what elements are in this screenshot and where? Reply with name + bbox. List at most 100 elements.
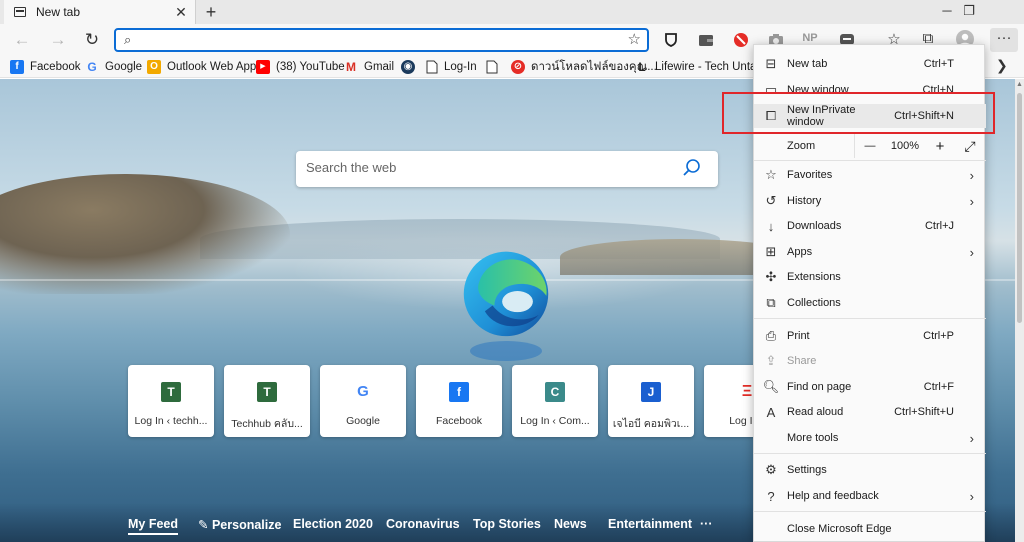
feed-tab-label: Personalize bbox=[211, 518, 282, 532]
favorite-steam[interactable]: ◉ bbox=[401, 59, 421, 75]
menu-item-close-edge[interactable]: Close Microsoft Edge bbox=[754, 517, 986, 541]
top-site-tile[interactable]: J เจไอบี คอมพิวเ... bbox=[608, 365, 694, 437]
favorite-label: (38) YouTube bbox=[276, 61, 345, 73]
menu-item-label: More tools bbox=[787, 432, 839, 444]
menu-item-label: Read aloud bbox=[787, 406, 844, 418]
tile-label: Facebook bbox=[435, 415, 483, 427]
feed-tab-entertainment[interactable]: Entertainment bbox=[608, 517, 692, 531]
menu-item-find-on-page[interactable]: 🔍︎ Find on page Ctrl+F bbox=[754, 375, 986, 399]
new-tab-button[interactable]: + bbox=[201, 1, 221, 23]
add-favorite-icon[interactable]: ☆ bbox=[628, 30, 641, 48]
edge-logo-reflection bbox=[470, 341, 542, 361]
search-icon[interactable] bbox=[682, 158, 702, 178]
feed-tab-news[interactable]: News bbox=[554, 517, 587, 531]
new-tab-page-icon bbox=[14, 7, 26, 17]
chevron-right-icon: › bbox=[969, 244, 974, 260]
settings-and-more-button[interactable]: ··· bbox=[990, 28, 1018, 52]
menu-item-collections[interactable]: ⧉ Collections bbox=[754, 291, 986, 315]
new-tab-icon: ⊟ bbox=[765, 56, 777, 71]
address-input[interactable] bbox=[144, 32, 614, 48]
facebook-icon: f bbox=[449, 382, 469, 402]
np-extension-icon[interactable]: NP bbox=[800, 32, 820, 44]
favorite-facebook[interactable]: f Facebook bbox=[10, 59, 81, 75]
menu-item-share[interactable]: ⇪ Share bbox=[754, 349, 986, 373]
menu-separator bbox=[754, 318, 986, 319]
feed-more-icon[interactable]: ··· bbox=[700, 517, 713, 531]
menu-item-favorites[interactable]: ☆ Favorites › bbox=[754, 163, 986, 187]
scrollbar-thumb[interactable] bbox=[1017, 93, 1022, 323]
feed-tab-top-stories[interactable]: Top Stories bbox=[473, 517, 541, 531]
zoom-out-button[interactable]: — bbox=[855, 140, 885, 152]
favorite-log-in[interactable]: Log-In bbox=[426, 59, 477, 75]
favorite-outlook[interactable]: O Outlook Web App bbox=[147, 59, 256, 75]
steam-icon: ◉ bbox=[401, 60, 415, 74]
menu-item-label: Collections bbox=[787, 297, 841, 309]
top-site-tile[interactable]: T Log In ‹ techh... bbox=[128, 365, 214, 437]
tile-label: Log In ‹ techh... bbox=[134, 415, 208, 427]
menu-item-settings[interactable]: ⚙ Settings bbox=[754, 458, 986, 482]
menu-item-more-tools[interactable]: More tools › bbox=[754, 426, 986, 450]
block-extension-icon[interactable] bbox=[733, 32, 749, 48]
tab-new-tab[interactable]: New tab ✕ bbox=[4, 0, 196, 24]
menu-item-apps[interactable]: ⊞ Apps › bbox=[754, 240, 986, 264]
google-icon: G bbox=[357, 383, 369, 400]
menu-item-label: History bbox=[787, 195, 822, 207]
menu-item-downloads[interactable]: ↓ Downloads Ctrl+J bbox=[754, 214, 986, 238]
address-bar[interactable]: ⌕ ☆ bbox=[114, 28, 649, 52]
favorite-lifewire[interactable]: L Lifewire - Tech Unta... bbox=[635, 59, 766, 75]
tile-label: เจไอบี คอมพิวเ... bbox=[612, 418, 690, 430]
google-icon: G bbox=[87, 60, 97, 74]
top-site-tile[interactable]: C Log In ‹ Com... bbox=[512, 365, 598, 437]
favorite-label: Outlook Web App bbox=[167, 61, 257, 73]
chevron-right-icon[interactable]: ❯ bbox=[996, 57, 1008, 74]
top-site-tile[interactable]: f Facebook bbox=[416, 365, 502, 437]
chevron-right-icon: › bbox=[969, 488, 974, 504]
jib-site-icon: J bbox=[641, 382, 661, 402]
puzzle-icon: ✣ bbox=[765, 269, 777, 284]
tab-close-icon[interactable]: ✕ bbox=[173, 4, 189, 21]
top-site-tile[interactable]: T Techhub คลับ... bbox=[224, 365, 310, 437]
fullscreen-icon[interactable]: ⤢ bbox=[955, 138, 985, 155]
lifewire-icon: L bbox=[638, 60, 646, 74]
youtube-icon: ▶ bbox=[256, 60, 270, 74]
favorite-gmail[interactable]: M Gmail bbox=[344, 59, 394, 75]
shield-extension-icon[interactable] bbox=[663, 32, 679, 48]
favorite-youtube[interactable]: ▶ (38) YouTube bbox=[256, 59, 345, 75]
feed-tab-my-feed[interactable]: My Feed bbox=[128, 517, 179, 535]
favorite-google[interactable]: G Google bbox=[85, 59, 142, 75]
pencil-icon: ✎ bbox=[198, 518, 209, 532]
read-aloud-icon: A bbox=[766, 404, 776, 420]
menu-item-help-and-feedback[interactable]: ? Help and feedback › bbox=[754, 484, 986, 508]
menu-item-extensions[interactable]: ✣ Extensions bbox=[754, 265, 986, 289]
feed-tab-personalize[interactable]: ✎ Personalize bbox=[198, 517, 281, 532]
favorite-label: Log-In bbox=[444, 61, 477, 73]
menu-item-print[interactable]: ⎙ Print Ctrl+P bbox=[754, 324, 986, 348]
tile-label: Log In ‹ Com... bbox=[520, 415, 590, 427]
web-search-box[interactable] bbox=[296, 151, 718, 187]
feed-tab-coronavirus[interactable]: Coronavirus bbox=[386, 517, 460, 531]
web-search-input[interactable] bbox=[306, 160, 666, 175]
menu-item-read-aloud[interactable]: A Read aloud Ctrl+Shift+U bbox=[754, 400, 986, 424]
menu-item-new-tab[interactable]: ⊟ New tab Ctrl+T bbox=[754, 52, 986, 76]
facebook-icon: f bbox=[10, 60, 24, 74]
forward-icon[interactable]: → bbox=[46, 28, 70, 52]
refresh-icon[interactable]: ↻ bbox=[80, 28, 104, 52]
zoom-in-button[interactable]: + bbox=[925, 138, 955, 155]
gear-icon: ⚙ bbox=[765, 462, 777, 477]
menu-item-history[interactable]: ↺ History › bbox=[754, 189, 986, 213]
menu-item-label: Close Microsoft Edge bbox=[787, 523, 892, 535]
wallet-extension-icon[interactable] bbox=[698, 32, 714, 48]
chevron-right-icon: › bbox=[969, 430, 974, 446]
menu-item-label: Find on page bbox=[787, 381, 852, 393]
print-icon: ⎙ bbox=[765, 328, 777, 343]
zoom-level: 100% bbox=[890, 140, 920, 152]
favorites-icon: ☆ bbox=[765, 167, 777, 182]
collections-icon: ⧉ bbox=[766, 295, 776, 310]
scroll-up-icon[interactable]: ▲ bbox=[1016, 81, 1023, 88]
page-scrollbar[interactable]: ▲ bbox=[1015, 79, 1024, 542]
top-site-tile[interactable]: G Google bbox=[320, 365, 406, 437]
restore-button[interactable]: ❐ bbox=[946, 0, 992, 24]
feed-tab-election[interactable]: Election 2020 bbox=[293, 517, 373, 531]
favorite-page[interactable] bbox=[486, 59, 498, 75]
back-icon[interactable]: ← bbox=[10, 28, 34, 52]
